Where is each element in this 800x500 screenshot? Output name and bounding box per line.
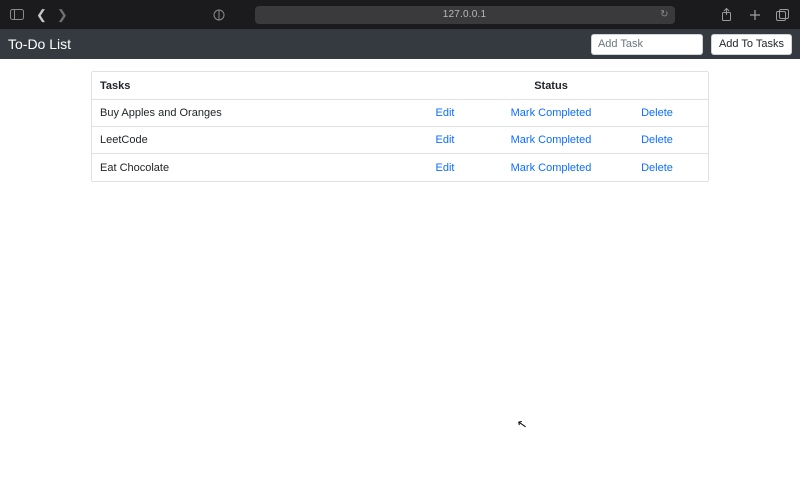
toolbar-right — [720, 8, 790, 22]
back-icon[interactable]: ❮ — [36, 8, 47, 21]
mark-completed-button[interactable]: Mark Completed — [498, 162, 604, 174]
sidebar-toggle-icon[interactable] — [10, 8, 24, 22]
tasks-table: Tasks Status Buy Apples and Oranges Edit… — [91, 71, 709, 182]
delete-button[interactable]: Delete — [604, 134, 710, 146]
table-row: Eat Chocolate Edit Mark Completed Delete — [92, 154, 708, 181]
delete-button[interactable]: Delete — [604, 162, 710, 174]
address-bar[interactable]: 127.0.0.1 ↻ — [255, 6, 675, 24]
address-text: 127.0.0.1 — [443, 9, 487, 20]
col-status: Status — [498, 80, 604, 92]
toolbar-left: ❮ ❯ — [10, 8, 68, 22]
app-header: To-Do List Add To Tasks — [0, 29, 800, 59]
col-tasks: Tasks — [92, 80, 392, 92]
table-row: LeetCode Edit Mark Completed Delete — [92, 127, 708, 154]
task-name: Eat Chocolate — [92, 162, 392, 174]
nav-buttons: ❮ ❯ — [36, 8, 68, 21]
mark-completed-button[interactable]: Mark Completed — [498, 107, 604, 119]
edit-button[interactable]: Edit — [392, 107, 498, 119]
page-title: To-Do List — [8, 36, 71, 52]
add-task-input[interactable] — [591, 34, 703, 55]
mark-completed-button[interactable]: Mark Completed — [498, 134, 604, 146]
share-icon[interactable] — [720, 8, 734, 22]
content: Tasks Status Buy Apples and Oranges Edit… — [0, 59, 800, 182]
edit-button[interactable]: Edit — [392, 134, 498, 146]
reload-icon[interactable]: ↻ — [660, 9, 668, 20]
table-header-row: Tasks Status — [92, 72, 708, 100]
new-tab-icon[interactable] — [748, 8, 762, 22]
table-row: Buy Apples and Oranges Edit Mark Complet… — [92, 100, 708, 127]
reader-icon[interactable] — [212, 8, 226, 22]
task-name: LeetCode — [92, 134, 392, 146]
browser-toolbar: ❮ ❯ 127.0.0.1 ↻ — [0, 0, 800, 29]
tabs-icon[interactable] — [776, 8, 790, 22]
add-to-tasks-button[interactable]: Add To Tasks — [711, 34, 792, 55]
edit-button[interactable]: Edit — [392, 162, 498, 174]
cursor-icon: ↖ — [516, 416, 528, 432]
forward-icon[interactable]: ❯ — [57, 8, 68, 21]
delete-button[interactable]: Delete — [604, 107, 710, 119]
task-name: Buy Apples and Oranges — [92, 107, 392, 119]
